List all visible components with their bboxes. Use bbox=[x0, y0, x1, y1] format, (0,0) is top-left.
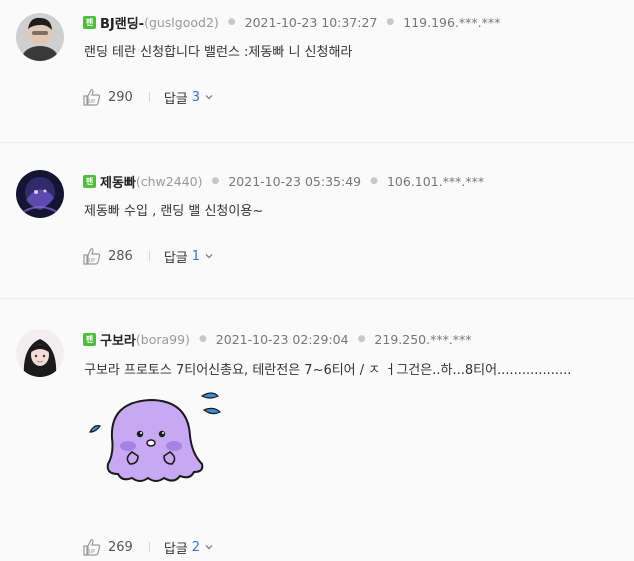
reply-toggle-button[interactable]: 답글 3 bbox=[164, 88, 213, 107]
divider bbox=[148, 542, 150, 552]
nickname[interactable]: 제동빠 bbox=[100, 172, 136, 191]
user-id: (chw2440) bbox=[135, 173, 203, 189]
comment-text: 제동빠 수입 , 랜딩 밸 신청이용~ bbox=[84, 204, 264, 219]
comment-meta: 팬 BJ랜딩- (guslgood2) ● 2021-10-23 10:37:2… bbox=[83, 13, 501, 32]
comment-item: 팬 BJ랜딩- (guslgood2) ● 2021-10-23 10:37:2… bbox=[0, 0, 634, 142]
nickname[interactable]: BJ랜딩- bbox=[100, 13, 144, 32]
reply-label: 답글 bbox=[163, 91, 188, 107]
svg-text:UP: UP bbox=[89, 99, 96, 105]
reply-count: 1 bbox=[191, 248, 201, 264]
like-button[interactable]: UP 286 bbox=[82, 246, 133, 266]
fan-badge: 팬 bbox=[83, 174, 96, 188]
comment-text: 구보라 프로토스 7티어신총요, 테란전은 7~6티어 / ㅈ ㅓ그건은..하.… bbox=[84, 363, 572, 378]
like-icon: UP bbox=[83, 539, 101, 556]
like-count: 290 bbox=[108, 89, 133, 105]
user-id: (bora99) bbox=[135, 331, 190, 347]
separator-dot: ● bbox=[198, 334, 207, 344]
separator-dot: ● bbox=[227, 17, 236, 27]
comment-meta: 팬 구보라 (bora99) ● 2021-10-23 02:29:04 ● 2… bbox=[83, 330, 472, 349]
comment-date: 2021-10-23 05:35:49 bbox=[228, 173, 362, 189]
ghost-emoticon-sticker bbox=[89, 392, 222, 482]
fan-badge: 팬 bbox=[83, 332, 96, 346]
ip-address: 119.196.***.*** bbox=[403, 14, 501, 30]
divider bbox=[148, 92, 150, 102]
chevron-down-icon bbox=[205, 95, 213, 100]
comment-item: 팬 제동빠 (chw2440) ● 2021-10-23 05:35:49 ● … bbox=[0, 142, 634, 298]
chevron-down-icon bbox=[205, 545, 213, 550]
like-icon: UP bbox=[83, 89, 101, 106]
avatar[interactable] bbox=[16, 13, 64, 61]
reply-toggle-button[interactable]: 답글 2 bbox=[164, 538, 213, 557]
reply-label: 답글 bbox=[163, 541, 188, 557]
comment-date: 2021-10-23 02:29:04 bbox=[215, 331, 349, 347]
separator-dot: ● bbox=[357, 334, 366, 344]
svg-text:UP: UP bbox=[89, 258, 96, 264]
like-button[interactable]: UP 290 bbox=[82, 87, 133, 107]
nickname[interactable]: 구보라 bbox=[100, 330, 136, 349]
avatar[interactable] bbox=[16, 329, 64, 377]
reply-label: 답글 bbox=[163, 250, 188, 266]
separator-dot: ● bbox=[386, 17, 395, 27]
reply-count: 2 bbox=[191, 539, 201, 555]
reply-count: 3 bbox=[191, 89, 201, 105]
like-icon: UP bbox=[83, 248, 101, 265]
reply-toggle-button[interactable]: 답글 1 bbox=[164, 247, 213, 266]
svg-text:UP: UP bbox=[89, 549, 96, 555]
comment-meta: 팬 제동빠 (chw2440) ● 2021-10-23 05:35:49 ● … bbox=[83, 172, 485, 191]
like-count: 286 bbox=[108, 248, 133, 264]
separator-dot: ● bbox=[211, 176, 220, 186]
comment-actions: UP 286 답글 1 bbox=[82, 246, 213, 266]
like-count: 269 bbox=[108, 539, 133, 555]
ip-address: 106.101.***.*** bbox=[386, 173, 485, 189]
ip-address: 219.250.***.*** bbox=[374, 331, 472, 347]
comment-date: 2021-10-23 10:37:27 bbox=[244, 14, 378, 30]
divider bbox=[148, 251, 150, 261]
chevron-down-icon bbox=[205, 254, 213, 259]
comment-text: 랜딩 테란 신청합니다 밸런스 :제동빠 니 신청해라 bbox=[84, 45, 353, 60]
avatar[interactable] bbox=[16, 170, 64, 218]
user-id: (guslgood2) bbox=[144, 14, 219, 30]
fan-badge: 팬 bbox=[83, 15, 96, 29]
comment-actions: UP 290 답글 3 bbox=[82, 87, 213, 107]
like-button[interactable]: UP 269 bbox=[82, 537, 133, 557]
comment-actions: UP 269 답글 2 bbox=[82, 537, 213, 557]
separator-dot: ● bbox=[370, 176, 378, 186]
